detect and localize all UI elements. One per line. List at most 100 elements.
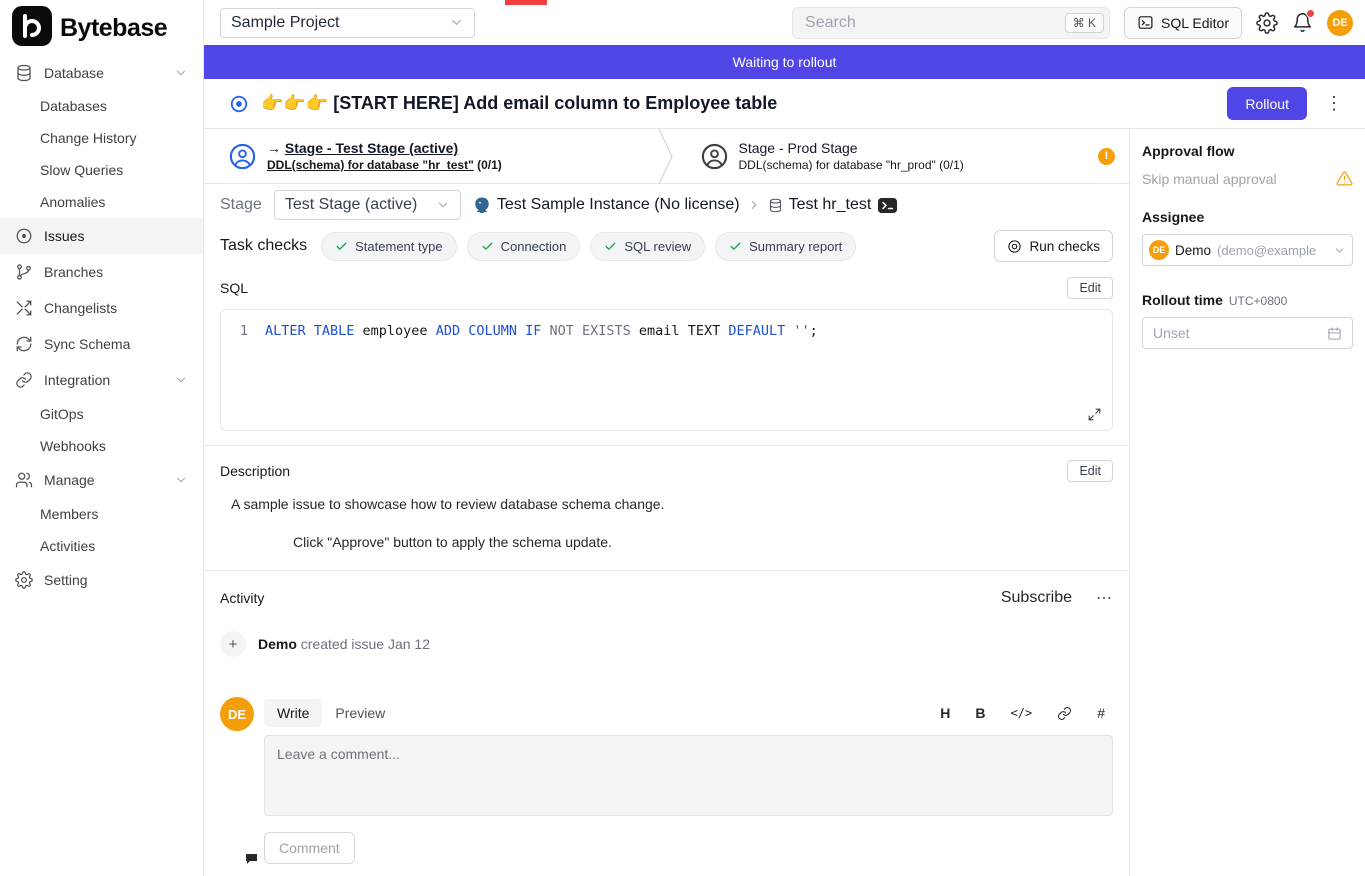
stage-name: Stage - Prod Stage: [739, 140, 858, 156]
sync-icon: [15, 335, 33, 353]
reference-format-icon[interactable]: #: [1097, 705, 1105, 721]
comment-editor: DE Write Preview H B: [220, 697, 1113, 864]
description-section: Description Edit A sample issue to showc…: [204, 445, 1129, 570]
assignee-select[interactable]: DE Demo (demo@example: [1142, 234, 1353, 266]
comment-input[interactable]: [264, 735, 1113, 816]
run-checks-button[interactable]: Run checks: [994, 230, 1113, 262]
subscribe-button[interactable]: Subscribe: [1001, 589, 1072, 607]
approval-flow-label: Approval flow: [1142, 143, 1353, 159]
sidebar-item-slow-queries[interactable]: Slow Queries: [0, 154, 203, 186]
notifications-bell-icon[interactable]: [1292, 12, 1313, 33]
sidebar-item-integration[interactable]: Integration: [0, 362, 203, 398]
database-link[interactable]: Test hr_test: [768, 196, 872, 214]
chevron-down-icon: [174, 473, 188, 487]
sidebar-item-gitops[interactable]: GitOps: [0, 398, 203, 430]
sidebar-item-databases[interactable]: Databases: [0, 90, 203, 122]
bold-format-icon[interactable]: B: [975, 705, 985, 721]
link-format-icon[interactable]: [1057, 706, 1072, 721]
chevron-down-icon: [436, 198, 450, 212]
description-text: A sample issue to showcase how to review…: [231, 496, 1113, 512]
current-stage-arrow-icon: →: [267, 140, 281, 156]
sidebar-item-manage[interactable]: Manage: [0, 462, 203, 498]
description-text: Click "Approve" button to apply the sche…: [293, 534, 1113, 550]
brand-header[interactable]: Bytebase: [0, 0, 203, 56]
sidebar-item-members[interactable]: Members: [0, 498, 203, 530]
main-area: Sample Project ⌘ K SQL Editor DE Waiting…: [204, 0, 1365, 876]
code-format-icon[interactable]: </>: [1011, 706, 1033, 720]
description-edit-button[interactable]: Edit: [1067, 460, 1113, 482]
status-banner-text: Waiting to rollout: [733, 54, 837, 70]
activity-event-text: created issue Jan 12: [301, 636, 430, 652]
database-icon: [768, 198, 783, 213]
more-menu-icon[interactable]: ⋮: [1319, 93, 1349, 114]
database-icon: [15, 64, 33, 82]
stage-card-prod[interactable]: Stage - Prod Stage DDL(schema) for datab…: [676, 129, 1130, 183]
sidebar-item-changelists[interactable]: Changelists: [0, 290, 203, 326]
search-shortcut: ⌘ K: [1065, 13, 1104, 33]
search-box[interactable]: ⌘ K: [792, 7, 1110, 39]
sql-editor-button[interactable]: SQL Editor: [1124, 7, 1242, 39]
open-in-sql-editor-icon[interactable]: [878, 198, 897, 213]
sidebar-item-issues[interactable]: Issues: [0, 218, 203, 254]
activity-more-icon[interactable]: ⋯: [1096, 588, 1113, 608]
sidebar-item-anomalies[interactable]: Anomalies: [0, 186, 203, 218]
sql-code-block[interactable]: 1 ALTER TABLE employee ADD COLUMN IF NOT…: [220, 309, 1113, 431]
attention-badge: !: [1098, 148, 1115, 165]
stage-name: Stage - Test Stage (active): [285, 140, 458, 156]
sidebar-item-sync-schema[interactable]: Sync Schema: [0, 326, 203, 362]
assignee-label: Assignee: [1142, 209, 1353, 225]
comment-bubble-icon: [245, 853, 258, 865]
assignee-name: Demo: [1175, 243, 1211, 258]
sidebar-item-label: Database: [44, 65, 104, 81]
heading-format-icon[interactable]: H: [940, 705, 950, 721]
activity-label: Activity: [220, 590, 264, 606]
settings-gear-icon[interactable]: [1256, 12, 1278, 34]
status-banner: Waiting to rollout: [204, 45, 1365, 79]
calendar-icon: [1327, 326, 1342, 341]
stage-progress: (0/1): [939, 158, 964, 172]
activity-user: Demo: [258, 636, 297, 652]
comment-tabs: Write Preview H B </> #: [264, 697, 1113, 729]
activity-event: + Demo created issue Jan 12: [220, 631, 1113, 657]
instance-link[interactable]: Test Sample Instance (No license): [473, 196, 740, 214]
search-input[interactable]: [805, 14, 1065, 32]
rollout-time-input[interactable]: Unset: [1142, 317, 1353, 349]
sidebar-item-change-history[interactable]: Change History: [0, 122, 203, 154]
check-pill-summary-report[interactable]: Summary report: [715, 232, 856, 261]
sql-label: SQL: [220, 280, 248, 296]
sidebar-item-branches[interactable]: Branches: [0, 254, 203, 290]
check-pill-sql-review[interactable]: SQL review: [590, 232, 705, 261]
sidebar-item-setting[interactable]: Setting: [0, 562, 203, 598]
stage-select[interactable]: Test Stage (active): [274, 190, 461, 220]
expand-editor-icon[interactable]: [1087, 407, 1102, 422]
sql-section: SQL Edit 1 ALTER TABLE employee ADD COLU…: [204, 266, 1129, 445]
issue-header: 👉👉👉 [START HERE] Add email column to Emp…: [204, 79, 1365, 129]
tab-preview[interactable]: Preview: [322, 699, 398, 727]
bytebase-logo-icon: [12, 6, 52, 51]
link-icon: [15, 371, 33, 389]
stage-progress: (0/1): [477, 158, 502, 172]
user-avatar[interactable]: DE: [1327, 10, 1353, 36]
stage-task: DDL(schema) for database "hr_prod": [739, 158, 936, 172]
stage-label: Stage: [220, 196, 262, 214]
check-pill-statement-type[interactable]: Statement type: [321, 232, 456, 261]
warning-triangle-icon: [1336, 170, 1353, 187]
line-number: 1: [221, 323, 265, 339]
sidebar-item-webhooks[interactable]: Webhooks: [0, 430, 203, 462]
postgres-icon: [473, 196, 491, 214]
rollout-button[interactable]: Rollout: [1227, 87, 1307, 120]
chevron-down-icon: [174, 373, 188, 387]
database-name: Test hr_test: [789, 196, 872, 214]
sql-edit-button[interactable]: Edit: [1067, 277, 1113, 299]
comment-submit-button[interactable]: Comment: [264, 832, 355, 864]
stage-pipeline: → Stage - Test Stage (active) DDL(schema…: [204, 129, 1129, 184]
issue-detail: → Stage - Test Stage (active) DDL(schema…: [204, 129, 1129, 876]
project-select[interactable]: Sample Project: [220, 8, 475, 38]
terminal-icon: [1137, 14, 1154, 31]
check-pill-connection[interactable]: Connection: [467, 232, 581, 261]
tab-write[interactable]: Write: [264, 699, 322, 727]
stage-card-test[interactable]: → Stage - Test Stage (active) DDL(schema…: [204, 129, 658, 183]
sidebar-item-database[interactable]: Database: [0, 56, 203, 90]
git-branch-icon: [15, 263, 33, 281]
sidebar-item-activities[interactable]: Activities: [0, 530, 203, 562]
